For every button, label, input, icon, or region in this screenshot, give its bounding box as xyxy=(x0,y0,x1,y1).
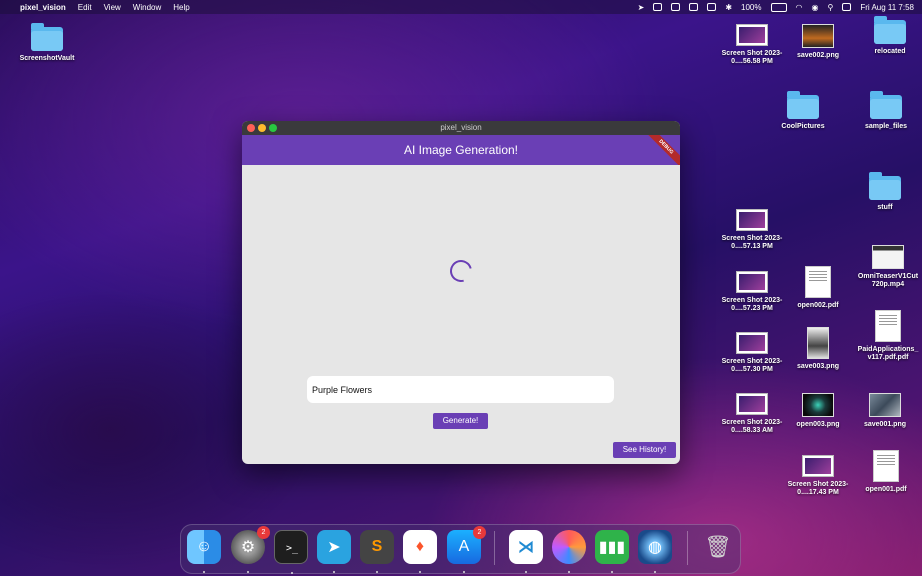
image-thumbnail-icon xyxy=(802,24,834,48)
desktop-image-save002[interactable]: save002.png xyxy=(780,24,856,60)
desktop-screenshot[interactable]: Screen Shot 2023-0....57.23 PM xyxy=(714,271,790,313)
clock[interactable]: Fri Aug 11 7:58 xyxy=(860,3,914,12)
display-status-icon[interactable] xyxy=(707,3,717,11)
menu-view[interactable]: View xyxy=(104,3,121,12)
numbers-icon: ▮▮▮ xyxy=(598,539,626,556)
desktop-pdf-paidapplications[interactable]: PaidApplications_ v117.pdf.pdf xyxy=(850,310,922,362)
close-window-button[interactable] xyxy=(247,124,255,132)
brave-icon: ♦ xyxy=(415,538,425,555)
desktop-screenshot[interactable]: Screen Shot 2023-0....57.13 PM xyxy=(714,209,790,251)
user-icon[interactable]: ◉ xyxy=(811,3,818,12)
debug-banner: DEBUG xyxy=(641,135,680,165)
window-titlebar[interactable]: pixel_vision xyxy=(242,121,680,135)
desktop-screenshot[interactable]: Screen Shot 2023-0....56.58 PM xyxy=(714,24,790,66)
image-thumbnail-icon xyxy=(802,393,834,417)
notification-badge: 2 xyxy=(473,526,486,539)
dock: ☺ ⚙ 2 >_ ➤ S ♦ A 2 ⋊ ▮▮▮ ◍ 🗑 xyxy=(180,524,741,574)
status-icon[interactable] xyxy=(653,3,663,11)
dock-separator xyxy=(494,531,495,565)
dock-trash[interactable]: 🗑 xyxy=(701,530,735,564)
trash-icon: 🗑 xyxy=(704,534,732,559)
screenshot-thumbnail-icon xyxy=(736,271,768,293)
menu-help[interactable]: Help xyxy=(173,3,189,12)
menu-edit[interactable]: Edit xyxy=(78,3,92,12)
app-window: pixel_vision AI Image Generation! DEBUG … xyxy=(242,121,680,464)
app-bar: AI Image Generation! DEBUG xyxy=(242,135,680,165)
sublime-icon: S xyxy=(371,538,383,555)
desktop-video-omniteaser[interactable]: OmniTeaserV1Cut 720p.mp4 xyxy=(850,245,922,289)
screenshot-thumbnail-icon xyxy=(802,455,834,477)
folder-icon xyxy=(31,23,63,51)
window-title: pixel_vision xyxy=(440,123,482,132)
desktop-screenshot[interactable]: Screen Shot 2023-0....57.30 PM xyxy=(714,332,790,374)
pdf-document-icon xyxy=(873,450,899,482)
dock-app-store[interactable]: A 2 xyxy=(447,526,486,573)
dock-sublime-text[interactable]: S xyxy=(360,530,394,573)
dock-telegram[interactable]: ➤ xyxy=(317,530,351,573)
image-thumbnail-icon xyxy=(869,393,901,417)
dock-separator xyxy=(687,531,688,565)
search-icon[interactable]: ⚲ xyxy=(827,3,833,12)
screenshot-thumbnail-icon xyxy=(736,24,768,46)
app-bar-title: AI Image Generation! xyxy=(403,143,519,157)
menu-app-name[interactable]: pixel_vision xyxy=(20,3,66,12)
bluetooth-icon[interactable]: ✱ xyxy=(725,3,732,12)
generate-button[interactable]: Generate! xyxy=(433,413,488,429)
folder-icon xyxy=(874,16,906,44)
minimize-window-button[interactable] xyxy=(258,124,266,132)
terminal-icon: >_ xyxy=(285,542,299,554)
finder-icon: ☺ xyxy=(195,538,213,555)
screenshot-thumbnail-icon xyxy=(736,393,768,415)
battery-icon[interactable] xyxy=(770,2,787,12)
image-thumbnail-icon xyxy=(807,327,829,359)
see-history-button[interactable]: See History! xyxy=(613,442,676,458)
telegram-icon: ➤ xyxy=(327,539,341,556)
dock-terminal[interactable]: >_ xyxy=(274,530,308,574)
dock-arc[interactable] xyxy=(552,530,586,573)
dock-finder[interactable]: ☺ xyxy=(187,530,221,573)
notification-badge: 2 xyxy=(257,526,270,539)
desktop-image-save003[interactable]: save003.png xyxy=(780,327,856,371)
prompt-input[interactable] xyxy=(307,376,614,403)
battery-percent: 100% xyxy=(741,2,762,12)
dock-vscode[interactable]: ⋊ xyxy=(509,530,543,573)
globe-icon: ◍ xyxy=(648,539,662,556)
maximize-window-button[interactable] xyxy=(269,124,277,132)
menu-window[interactable]: Window xyxy=(133,3,161,12)
dock-system-settings[interactable]: ⚙ 2 xyxy=(231,526,270,573)
folder-icon xyxy=(870,91,902,119)
desktop-pdf-open001[interactable]: open001.pdf xyxy=(848,450,922,494)
desktop-pdf-open002[interactable]: open002.pdf xyxy=(780,266,856,310)
loading-spinner-icon xyxy=(445,255,477,287)
desktop-folder-coolpictures[interactable]: CoolPictures xyxy=(765,91,841,131)
screenshot-thumbnail-icon xyxy=(736,332,768,354)
desktop-image-open003[interactable]: open003.png xyxy=(780,393,856,429)
desktop-folder-sample-files[interactable]: sample_files xyxy=(848,91,922,131)
vscode-icon: ⋊ xyxy=(518,539,534,556)
keyboard-status-icon[interactable] xyxy=(689,3,699,11)
desktop-screenshot[interactable]: Screen Shot 2023-0....58.33 AM xyxy=(714,393,790,435)
dock-numbers[interactable]: ▮▮▮ xyxy=(595,530,629,573)
desktop-screenshot[interactable]: Screen Shot 2023-0....17.43 PM xyxy=(780,455,856,497)
dock-brave[interactable]: ♦ xyxy=(403,530,437,573)
desktop-folder-stuff[interactable]: stuff xyxy=(847,172,922,212)
menu-bar: pixel_vision Edit View Window Help ➤ ✱ 1… xyxy=(0,0,922,14)
wifi-icon[interactable]: ◠ xyxy=(796,3,803,12)
folder-icon xyxy=(869,172,901,200)
folder-icon xyxy=(787,91,819,119)
video-thumbnail-icon xyxy=(872,245,904,269)
desktop-image-save001[interactable]: save001.png xyxy=(847,393,922,429)
pdf-document-icon xyxy=(875,310,901,342)
pdf-document-icon xyxy=(805,266,831,298)
dock-globe-app[interactable]: ◍ xyxy=(638,530,672,573)
shield-status-icon[interactable] xyxy=(671,3,681,11)
screenshot-thumbnail-icon xyxy=(736,209,768,231)
desktop-folder-screenshotvault[interactable]: ScreenshotVault xyxy=(9,23,85,63)
control-center-icon[interactable] xyxy=(842,3,852,11)
desktop-folder-relocated[interactable]: relocated xyxy=(852,16,922,56)
arc-icon xyxy=(552,530,586,564)
telegram-status-icon[interactable]: ➤ xyxy=(638,3,645,12)
